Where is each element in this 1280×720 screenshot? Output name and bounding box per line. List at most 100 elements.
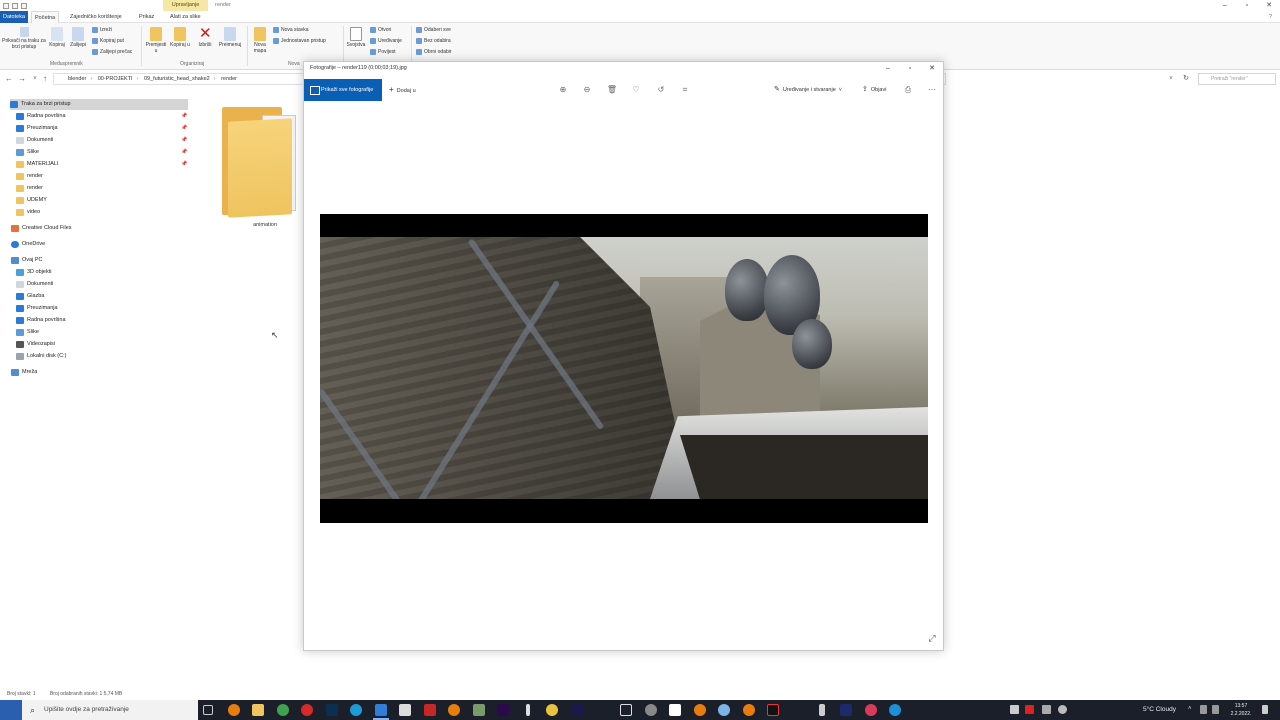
zoom-out-icon[interactable]: ⊖ bbox=[579, 80, 595, 100]
minimize-icon[interactable]: – bbox=[877, 62, 899, 76]
displayed-photo[interactable] bbox=[320, 214, 928, 523]
tab-home[interactable]: Početna bbox=[31, 11, 60, 23]
task-view-icon[interactable] bbox=[203, 705, 213, 715]
microphone-app-icon[interactable] bbox=[526, 704, 530, 716]
blender-app-icon[interactable] bbox=[448, 704, 460, 716]
tray-icon[interactable] bbox=[1042, 705, 1051, 714]
tab-share[interactable]: Zajedničko korištenje bbox=[67, 11, 125, 23]
camera-tray-icon[interactable] bbox=[1010, 705, 1019, 714]
nav-folder[interactable]: UDEMY bbox=[16, 195, 47, 206]
crop-icon[interactable]: ⌗ bbox=[677, 80, 693, 100]
share-button[interactable]: ⇪ Objavi bbox=[862, 79, 886, 101]
nav-quick-access[interactable]: Traka za brzi pristup bbox=[10, 99, 188, 110]
opera-app-icon[interactable] bbox=[301, 704, 313, 716]
breadcrumb-item[interactable]: 09_futuristic_head_shake2 bbox=[144, 76, 210, 82]
breadcrumb-item[interactable]: blender bbox=[68, 76, 86, 82]
new-folder-button[interactable]: Nova mapa bbox=[250, 27, 270, 54]
nav-pc-documents[interactable]: Dokumenti bbox=[16, 279, 53, 290]
monitor-app-icon[interactable] bbox=[620, 704, 632, 716]
lightroom-app-icon[interactable] bbox=[840, 704, 852, 716]
taskbar-search-input[interactable]: Upišite ovdje za pretraživanje bbox=[22, 700, 198, 720]
blender-app-icon[interactable] bbox=[228, 704, 240, 716]
nav-folder[interactable]: render bbox=[16, 183, 43, 194]
photoshop-app-icon[interactable] bbox=[326, 704, 338, 716]
nav-onedrive[interactable]: OneDrive bbox=[11, 239, 45, 250]
edge-app-icon[interactable] bbox=[889, 704, 901, 716]
nav-downloads[interactable]: Preuzimanja bbox=[16, 123, 58, 134]
pin-icon[interactable]: 📌 bbox=[181, 113, 187, 119]
pin-icon[interactable]: 📌 bbox=[181, 161, 187, 167]
properties-quick-icon[interactable] bbox=[12, 2, 18, 9]
maximize-icon[interactable]: ▫ bbox=[899, 62, 921, 76]
notification-icon[interactable] bbox=[1262, 705, 1268, 714]
recorder-app-icon[interactable] bbox=[819, 704, 825, 716]
history-button[interactable]: Povijest bbox=[370, 48, 396, 56]
volume-tray-icon[interactable] bbox=[1212, 705, 1219, 714]
cut-button[interactable]: Izreži bbox=[92, 26, 112, 34]
pin-quick-access-button[interactable]: Prikvači na traku za brzi pristup bbox=[2, 27, 46, 50]
nav-videos[interactable]: Videozapisi bbox=[16, 339, 55, 350]
filezilla-app-icon[interactable] bbox=[424, 704, 436, 716]
properties-button[interactable]: Svojstva bbox=[345, 27, 367, 49]
file-explorer-app-icon[interactable] bbox=[252, 704, 264, 716]
nav-this-pc[interactable]: Ovaj PC bbox=[11, 255, 42, 266]
add-to-button[interactable]: + Dodaj u bbox=[389, 79, 416, 101]
minimize-icon[interactable]: – bbox=[1214, 0, 1236, 11]
refresh-icon[interactable]: ↻ bbox=[1181, 73, 1191, 85]
nav-folder[interactable]: render bbox=[16, 171, 43, 182]
back-arrow-icon[interactable]: ← bbox=[4, 73, 14, 85]
forward-arrow-icon[interactable]: → bbox=[17, 73, 27, 85]
weather-widget[interactable]: 5°C Cloudy bbox=[1143, 700, 1176, 720]
notes-app-icon[interactable] bbox=[669, 704, 681, 716]
breadcrumb-item[interactable]: 00-PROJEKTI bbox=[98, 76, 133, 82]
close-icon[interactable]: ✕ bbox=[921, 62, 943, 76]
edit-create-button[interactable]: ✎ Uređivanje i stvaranje ˅ bbox=[774, 79, 842, 101]
easy-access-button[interactable]: Jednostavan pristup bbox=[273, 37, 326, 45]
up-arrow-icon[interactable]: ↑ bbox=[40, 73, 50, 85]
chat-app-icon[interactable] bbox=[865, 704, 877, 716]
photos-app-icon[interactable] bbox=[373, 704, 389, 720]
pin-icon[interactable]: 📌 bbox=[181, 149, 187, 155]
skype-app-icon[interactable] bbox=[350, 704, 362, 716]
breadcrumb-item[interactable]: render bbox=[221, 76, 237, 82]
nav-pc-desktop[interactable]: Radna površina bbox=[16, 315, 66, 326]
chevron-up-icon[interactable]: ˄ bbox=[1188, 705, 1197, 714]
more-options-icon[interactable]: ⋯ bbox=[926, 80, 938, 100]
maximize-icon[interactable]: ▫ bbox=[1236, 0, 1258, 11]
nav-pictures[interactable]: Slike bbox=[16, 147, 39, 158]
tiktok-app-icon[interactable] bbox=[767, 704, 779, 716]
quick-access-icon[interactable] bbox=[3, 2, 9, 9]
nav-pc-downloads[interactable]: Preuzimanja bbox=[16, 303, 58, 314]
copy-button[interactable]: Kopiraj bbox=[47, 27, 67, 49]
after-effects-app-icon[interactable] bbox=[571, 704, 583, 716]
pin-icon[interactable]: 📌 bbox=[181, 125, 187, 131]
rename-button[interactable]: Preimenuj bbox=[217, 27, 243, 49]
globe-app-icon[interactable] bbox=[718, 704, 730, 716]
nav-desktop[interactable]: Radna površina bbox=[16, 111, 66, 122]
zoom-in-icon[interactable]: ⊕ bbox=[555, 80, 571, 100]
rotate-icon[interactable]: ↺ bbox=[653, 80, 669, 100]
address-dropdown-icon[interactable]: ˅ bbox=[1166, 73, 1176, 85]
nav-pc-pictures[interactable]: Slike bbox=[16, 327, 39, 338]
favorite-icon[interactable]: ♡ bbox=[628, 80, 644, 100]
move-to-button[interactable]: Premjesti u bbox=[145, 27, 167, 54]
chrome-canary-app-icon[interactable] bbox=[546, 704, 558, 716]
tab-view[interactable]: Prikaz bbox=[136, 11, 157, 23]
tab-picture-tools[interactable]: Alati za slike bbox=[167, 11, 204, 23]
help-icon[interactable]: ? bbox=[1266, 11, 1275, 23]
delete-button[interactable]: ✕ Izbriši bbox=[194, 26, 216, 49]
delete-icon[interactable]: 🗑 bbox=[604, 80, 620, 100]
open-button[interactable]: Otvori bbox=[370, 26, 391, 34]
nav-network[interactable]: Mreža bbox=[11, 367, 37, 378]
copy-to-button[interactable]: Kopiraj u bbox=[169, 27, 191, 49]
nav-folder[interactable]: MATERIJALI bbox=[16, 159, 58, 170]
manage-context-tab[interactable]: Upravljanje bbox=[163, 0, 208, 11]
gear-tray-icon[interactable] bbox=[1058, 705, 1067, 714]
network-tray-icon[interactable] bbox=[1200, 705, 1207, 714]
blender-app-icon[interactable] bbox=[694, 704, 706, 716]
nav-local-disk[interactable]: Lokalni disk (C:) bbox=[16, 351, 66, 362]
nav-documents[interactable]: Dokumenti bbox=[16, 135, 53, 146]
start-button[interactable] bbox=[0, 700, 22, 720]
record-tray-icon[interactable] bbox=[1025, 705, 1034, 714]
nav-music[interactable]: Glazba bbox=[16, 291, 44, 302]
